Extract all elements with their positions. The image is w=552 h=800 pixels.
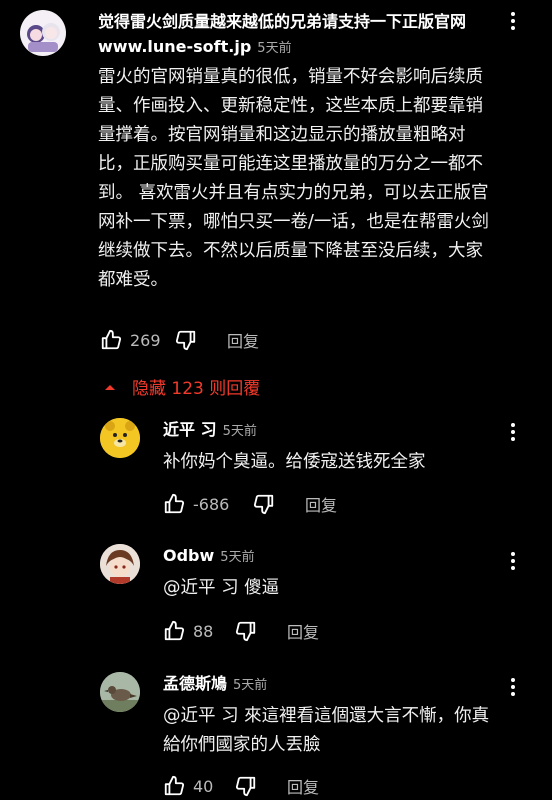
thumbs-down-icon[interactable] xyxy=(235,620,257,642)
comment-time: 5天前 xyxy=(233,678,268,693)
thumbs-down-icon[interactable] xyxy=(175,329,197,351)
comment-actions: 40 回复 xyxy=(163,774,319,798)
author-name: Odbw xyxy=(163,546,215,565)
thumbs-up-icon[interactable] xyxy=(100,329,122,351)
hide-replies-label: 隐藏 123 则回覆 xyxy=(132,379,261,399)
thumbs-down-icon[interactable] xyxy=(235,775,257,797)
reply-button[interactable]: 回复 xyxy=(287,774,319,798)
comment-text: 雷火的官网销量真的很低，销量不好会影响后续质量、作画投入、更新稳定性，这些本质上… xyxy=(98,67,489,290)
comment-time: 5天前 xyxy=(220,550,255,565)
comment-time: 5天前 xyxy=(222,424,257,439)
author-name: 孟德斯鳩 xyxy=(163,674,228,693)
comment-author[interactable]: 觉得雷火剑质量越来越低的兄弟请支持一下正版官网www.lune-soft.jp 5… xyxy=(98,9,498,61)
hide-replies-button[interactable]: 隐藏 123 则回覆 xyxy=(102,374,260,399)
like-count: 88 xyxy=(193,621,214,641)
like-count: 269 xyxy=(130,330,161,350)
reply-button[interactable]: 回复 xyxy=(287,619,319,643)
more-vert-icon[interactable] xyxy=(508,552,518,572)
comment-author[interactable]: 孟德斯鳩 5天前 xyxy=(163,673,267,697)
author-name: 近平 习 xyxy=(163,420,217,439)
comment-author[interactable]: Odbw 5天前 xyxy=(163,545,255,569)
like-count: 40 xyxy=(193,776,214,796)
avatar[interactable] xyxy=(100,672,140,712)
comment-actions: -686 回复 xyxy=(163,492,337,516)
avatar[interactable] xyxy=(100,418,140,458)
chevron-up-icon xyxy=(105,384,115,390)
comment-actions: 269 回复 xyxy=(100,328,259,352)
comment-author[interactable]: 近平 习 5天前 xyxy=(163,419,257,443)
comment-time: 5天前 xyxy=(257,41,292,56)
more-vert-icon[interactable] xyxy=(508,12,518,32)
reply-button[interactable]: 回复 xyxy=(227,328,259,352)
like-count: -686 xyxy=(193,494,230,514)
more-vert-icon[interactable] xyxy=(508,423,518,443)
comment-text: @近平 习 來這裡看這個還大言不慚，你真給你們國家的人丟臉 xyxy=(163,706,490,755)
comment-text: 补你妈个臭逼。给倭寇送钱死全家 xyxy=(163,452,426,472)
more-vert-icon[interactable] xyxy=(508,678,518,698)
comment-text: @近平 习 傻逼 xyxy=(163,578,280,598)
comment-actions: 88 回复 xyxy=(163,619,319,643)
thumbs-up-icon[interactable] xyxy=(163,775,185,797)
thumbs-up-icon[interactable] xyxy=(163,493,185,515)
thumbs-down-icon[interactable] xyxy=(253,493,275,515)
avatar[interactable] xyxy=(100,544,140,584)
reply-button[interactable]: 回复 xyxy=(305,492,337,516)
thumbs-up-icon[interactable] xyxy=(163,620,185,642)
avatar[interactable] xyxy=(20,10,66,56)
